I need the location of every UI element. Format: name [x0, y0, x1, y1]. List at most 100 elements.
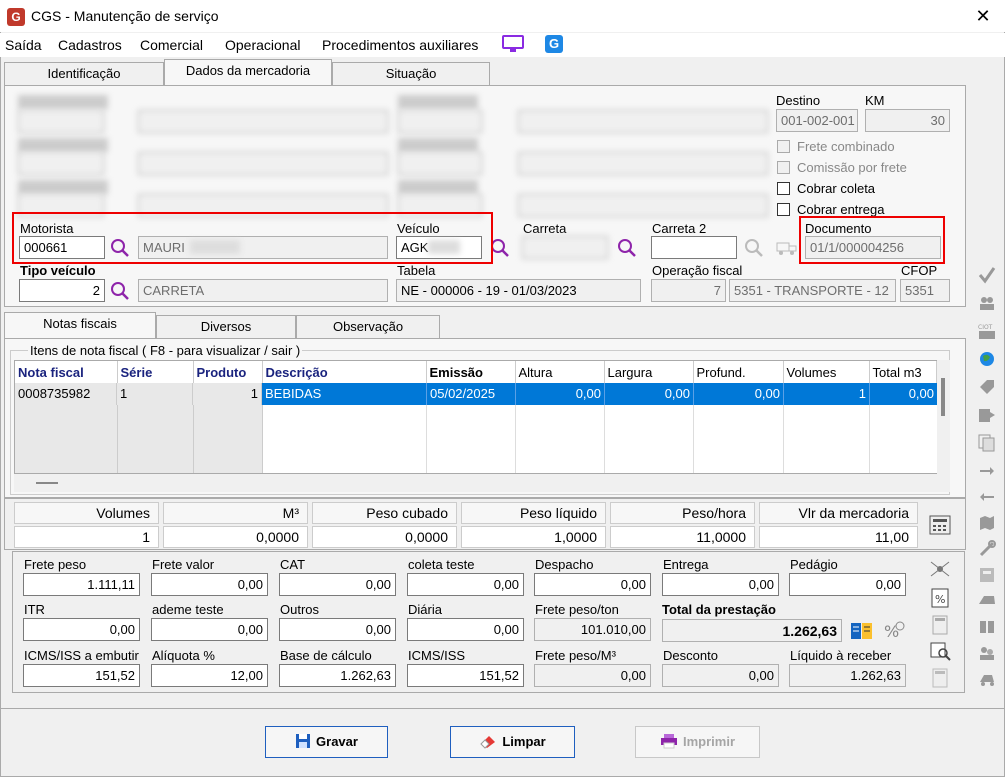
check-icon[interactable] [978, 266, 996, 284]
cell-emissao: 05/02/2025 [426, 383, 515, 405]
save-button[interactable]: Gravar [265, 726, 388, 758]
redacted-field [518, 194, 768, 217]
search-doc-icon[interactable] [930, 642, 952, 662]
carreta-search-icon[interactable] [617, 238, 637, 258]
km-label: KM [865, 93, 885, 108]
tipo-veiculo-search-icon[interactable] [110, 281, 130, 301]
menu-operacional[interactable]: Operacional [225, 37, 301, 53]
close-icon[interactable]: ✕ [972, 6, 994, 27]
globe-icon[interactable] [978, 350, 996, 368]
col-profund[interactable]: Profund. [693, 361, 784, 383]
calculator-small-icon[interactable] [932, 615, 948, 635]
icms-iss-input[interactable]: 151,52 [407, 664, 524, 687]
tab-situacao[interactable]: Situação [332, 62, 490, 86]
summary-header-vlr-mercadoria: Vlr da mercadoria [759, 502, 918, 524]
liquido-receber-label: Líquido à receber [790, 648, 892, 663]
scooter-icon[interactable] [978, 670, 996, 688]
table-row[interactable]: 0008735982 1 1 BEBIDAS 05/02/2025 0,00 0… [15, 383, 937, 405]
tag-icon[interactable] [978, 378, 996, 396]
carreta2-input[interactable] [651, 236, 737, 259]
km-field: 30 [865, 109, 950, 132]
menu-procedimentos[interactable]: Procedimentos auxiliares [322, 37, 478, 53]
col-volumes[interactable]: Volumes [783, 361, 870, 383]
truck-side-icon[interactable] [978, 592, 996, 610]
tipo-veiculo-code-input[interactable]: 2 [19, 279, 105, 302]
entrega-input[interactable]: 0,00 [662, 573, 779, 596]
cfop-label: CFOP [901, 263, 938, 278]
cat-input[interactable]: 0,00 [279, 573, 396, 596]
col-total-m3[interactable]: Total m3 [869, 361, 937, 383]
veiculo-search-icon[interactable] [490, 238, 510, 258]
highlight-box-motorista-veiculo [12, 212, 493, 264]
clear-button[interactable]: Limpar [450, 726, 575, 758]
export-icon[interactable] [978, 406, 996, 424]
itr-input[interactable]: 0,00 [23, 618, 140, 641]
tab-identificacao[interactable]: Identificação [4, 62, 164, 86]
menu-cadastros[interactable]: Cadastros [58, 37, 122, 53]
percent-doc-icon[interactable]: % [931, 588, 949, 608]
icms-iss-label: ICMS/ISS [408, 648, 466, 663]
register-icon[interactable] [978, 566, 996, 584]
summary-header-volumes: Volumes [14, 502, 159, 524]
tools-icon[interactable] [978, 540, 996, 558]
tab-observacao[interactable]: Observação [296, 315, 440, 339]
redacted-label [18, 138, 108, 152]
grid-horizontal-scrollbar[interactable] [14, 474, 950, 492]
tab-notas-fiscais[interactable]: Notas fiscais [4, 312, 156, 339]
aliquota-input[interactable]: 12,00 [151, 664, 268, 687]
items-grid: Nota fiscal Série Produto Descrição Emis… [14, 360, 938, 474]
diaria-input[interactable]: 0,00 [407, 618, 524, 641]
app-g-icon[interactable]: G [545, 35, 563, 53]
percent-tool-icon[interactable]: % [882, 620, 906, 642]
frete-combinado-checkbox[interactable] [777, 140, 790, 153]
ademe-teste-input[interactable]: 0,00 [151, 618, 268, 641]
tab-diversos[interactable]: Diversos [156, 315, 296, 339]
outros-input[interactable]: 0,00 [279, 618, 396, 641]
hand-point-icon[interactable] [978, 462, 996, 480]
book-icon[interactable] [850, 621, 874, 641]
users-icon[interactable] [978, 294, 996, 312]
grid-header: Nota fiscal Série Produto Descrição Emis… [15, 361, 937, 383]
hand-return-icon[interactable] [978, 488, 996, 506]
redacted-field [398, 152, 482, 175]
redacted-label [398, 180, 478, 194]
col-largura[interactable]: Largura [604, 361, 694, 383]
grid-vertical-scrollbar[interactable] [937, 360, 950, 474]
col-nota-fiscal[interactable]: Nota fiscal [15, 361, 118, 383]
base-calculo-input[interactable]: 1.262,63 [279, 664, 396, 687]
col-emissao[interactable]: Emissão [426, 361, 516, 383]
carreta2-search-icon[interactable] [744, 238, 764, 258]
calculator-disabled-icon[interactable] [932, 668, 948, 688]
frete-peso-input[interactable]: 1.111,11 [23, 573, 140, 596]
frete-valor-input[interactable]: 0,00 [151, 573, 268, 596]
map-icon[interactable] [978, 514, 996, 532]
truck-icon[interactable] [776, 240, 798, 256]
diaria-label: Diária [408, 602, 442, 617]
coleta-teste-input[interactable]: 0,00 [407, 573, 524, 596]
pedagio-label: Pedágio [790, 557, 838, 572]
frete-peso-m3-field: 0,00 [534, 664, 651, 687]
book-gray-icon[interactable] [978, 618, 996, 636]
print-button[interactable]: Imprimir [635, 726, 760, 758]
cobrar-coleta-checkbox[interactable] [777, 182, 790, 195]
menu-comercial[interactable]: Comercial [140, 37, 203, 53]
network-icon[interactable] [929, 560, 951, 578]
col-produto[interactable]: Produto [193, 361, 263, 383]
users-group-icon[interactable] [978, 644, 996, 662]
printer-icon [660, 734, 677, 749]
icms-embutir-input[interactable]: 151,52 [23, 664, 140, 687]
monitor-icon[interactable] [502, 35, 524, 53]
tab-dados-mercadoria[interactable]: Dados da mercadoria [164, 59, 332, 86]
ciot-icon[interactable]: CIOT [978, 322, 996, 340]
menu-saida[interactable]: Saída [5, 37, 42, 53]
cell-descricao: BEBIDAS [265, 386, 322, 401]
pedagio-input[interactable]: 0,00 [789, 573, 906, 596]
col-serie[interactable]: Série [117, 361, 194, 383]
col-altura[interactable]: Altura [515, 361, 605, 383]
copy-icon[interactable] [978, 434, 996, 452]
comissao-frete-checkbox[interactable] [777, 161, 790, 174]
col-descricao[interactable]: Descrição [262, 361, 427, 383]
despacho-input[interactable]: 0,00 [534, 573, 651, 596]
cobrar-entrega-checkbox[interactable] [777, 203, 790, 216]
calculator-icon[interactable] [929, 515, 951, 535]
